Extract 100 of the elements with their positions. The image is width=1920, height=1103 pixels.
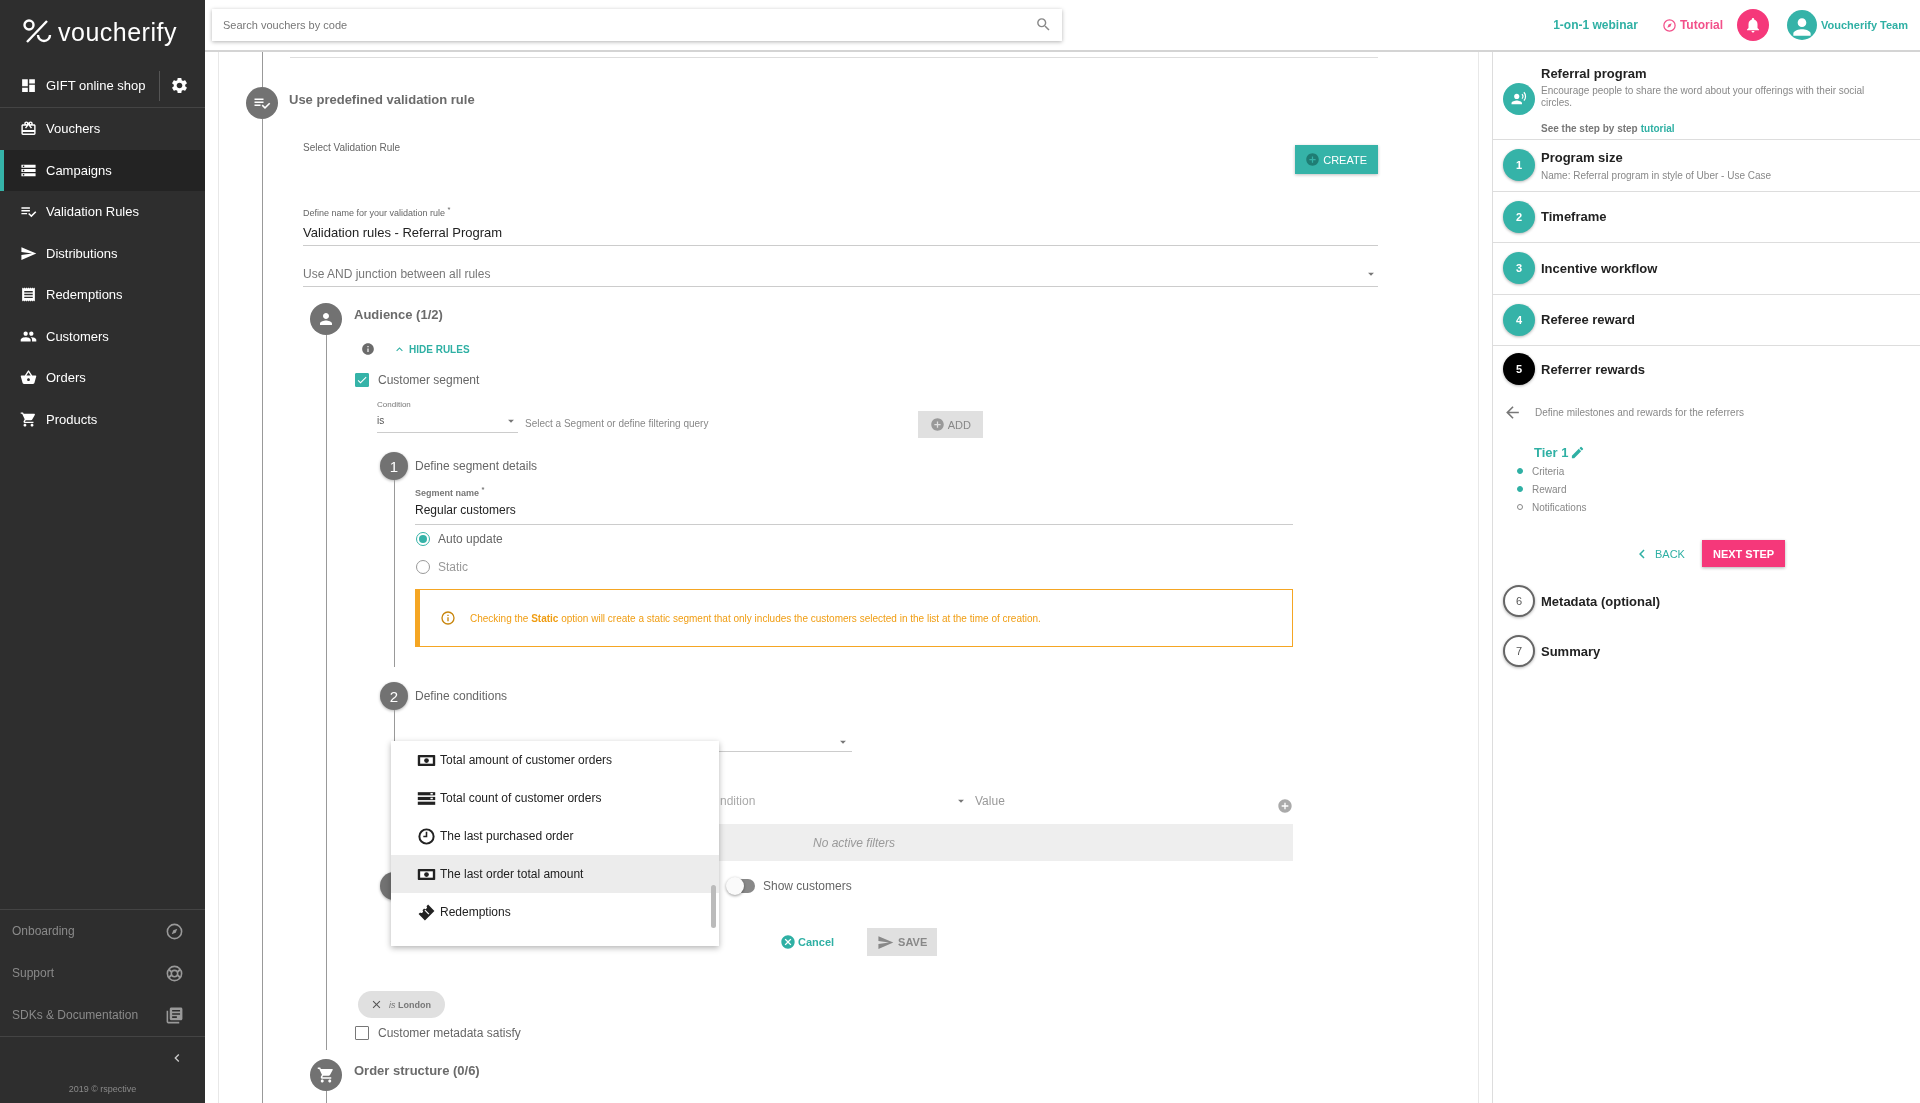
hint-text: Select a Segment or define filtering query — [525, 418, 709, 431]
copyright-text: 2019 © rspective — [67, 1083, 138, 1096]
scrollbar-thumb[interactable] — [711, 885, 716, 928]
sidebar-footer-item[interactable]: Support — [0, 952, 205, 994]
wizard-step[interactable]: 6 Metadata (optional) — [1493, 576, 1920, 626]
task-label: Criteria — [1532, 465, 1565, 477]
field-label: Define name for your validation rule $^{*}$ — [303, 204, 452, 219]
sidebar-label: Orders — [46, 370, 86, 386]
wizard-step[interactable]: 1 Program size Name: Referral program in style of Uber - Use Case — [1493, 140, 1920, 192]
step-title: Incentive workflow — [1541, 260, 1658, 276]
step-title: Metadata (optional) — [1541, 593, 1661, 609]
sidebar-label: Redemptions — [46, 287, 123, 303]
tier-title: Tier 1 — [1534, 445, 1569, 460]
junction-select[interactable]: Use AND junction between all rules — [303, 265, 1378, 287]
step-title: Define segment details — [415, 458, 539, 475]
sidebar-label: Vouchers — [46, 121, 101, 137]
checkbox[interactable] — [355, 373, 369, 387]
compass-icon — [1661, 17, 1677, 33]
plus-icon — [1305, 152, 1321, 167]
toggle-switch[interactable] — [728, 879, 755, 893]
add-icon[interactable] — [1277, 798, 1293, 814]
notifications-button[interactable] — [1737, 9, 1769, 41]
radio-label: Auto update — [438, 532, 503, 546]
sidebar-footer-label: SDKs & Documentation — [12, 1008, 139, 1022]
sidebar-item[interactable]: Vouchers — [0, 108, 205, 150]
settings-icon[interactable] — [170, 76, 189, 95]
next-step-button[interactable]: NEXT STEP — [1701, 540, 1786, 567]
step-description: Define milestones and rewards for the referrers — [1535, 406, 1744, 418]
toggle-label: Show customers — [763, 879, 852, 893]
sidebar-footer-label: Onboarding — [12, 924, 75, 938]
wizard-step[interactable]: 3 Incentive workflow — [1493, 243, 1920, 295]
sidebar-item[interactable]: Redemptions — [0, 274, 205, 316]
step-number: 2 — [380, 682, 408, 710]
cart-icon — [20, 410, 37, 428]
name-field[interactable]: Define name for your validation rule $^{*}$ Validation rules - Referral Program — [303, 204, 1378, 246]
wizard-step[interactable]: 4 Referee reward — [1493, 294, 1920, 346]
sidebar-label: Customers — [46, 328, 109, 344]
basket-icon — [20, 369, 37, 387]
avatar[interactable] — [1787, 10, 1817, 40]
wizard-step[interactable]: 7 Summary — [1493, 626, 1920, 676]
menu-item[interactable]: Total amount of customer orders — [391, 741, 719, 779]
ticket-icon — [417, 902, 436, 922]
store-name[interactable]: GIFT online shop — [46, 78, 159, 93]
sidebar-item[interactable]: Products — [0, 398, 205, 440]
checkbox-label: Customer metadata satisfy — [378, 1026, 521, 1040]
section-title: Use predefined validation rule — [289, 91, 476, 109]
step-number: 3 — [1503, 252, 1535, 285]
select-placeholder: ndition — [720, 794, 756, 808]
sidebar-footer-item[interactable]: SDKs & Documentation — [0, 994, 205, 1036]
sidebar-label: Distributions — [46, 245, 118, 261]
step-number: 1 — [1503, 149, 1535, 182]
compass-icon — [165, 921, 184, 941]
check-icon — [356, 374, 368, 386]
info-icon — [440, 610, 456, 626]
step-title: Referee reward — [1541, 312, 1635, 328]
field-value: Regular customers — [415, 502, 517, 518]
sidebar-footer-item[interactable]: Onboarding — [0, 910, 205, 952]
tutorial-prompt: See the step by step — [1541, 123, 1638, 135]
logo-text: voucherify — [58, 17, 177, 47]
condition-select[interactable]: Condition is — [377, 400, 518, 433]
info-icon[interactable] — [361, 342, 375, 356]
section-title: Order structure (0/6) — [354, 1062, 481, 1080]
pencil-icon[interactable] — [1570, 445, 1586, 460]
sidebar-item[interactable]: Validation Rules — [0, 191, 205, 233]
step-number: 6 — [1503, 585, 1535, 617]
search-icon[interactable] — [1035, 16, 1052, 33]
step-title: Timeframe — [1541, 209, 1607, 225]
field-label: Condition — [377, 400, 412, 410]
sidebar-item[interactable]: Distributions — [0, 232, 205, 274]
dashboard-icon — [20, 77, 37, 94]
close-icon[interactable] — [370, 998, 383, 1011]
wizard-step[interactable]: 2 Timeframe — [1493, 191, 1920, 243]
checkbox-label: Customer segment — [378, 373, 480, 387]
search-field[interactable]: Search vouchers by code — [212, 9, 1062, 41]
menu-item[interactable]: Redemptions — [391, 893, 719, 931]
step-title: Define conditions — [415, 688, 509, 705]
step-number: 4 — [1503, 303, 1535, 336]
segment-name-field[interactable]: Segment name $^{*}$ Regular customers — [415, 484, 1293, 525]
select-value: is — [377, 414, 385, 428]
clock-icon — [417, 826, 436, 846]
panel-description: Encourage people to share the word about your offerings with their social circles. — [1541, 85, 1866, 109]
checkbox[interactable] — [355, 1026, 369, 1040]
send-icon — [877, 933, 895, 951]
wizard-step[interactable]: 5 Referrer rewards — [1493, 346, 1920, 392]
field-label: Select Validation Rule — [303, 142, 401, 153]
sidebar-footer-label: Support — [12, 966, 55, 980]
step-number: 1 — [380, 452, 408, 480]
menu-item[interactable]: Total count of customer orders — [391, 779, 719, 817]
sidebar-item[interactable]: Campaigns — [0, 149, 205, 191]
sidebar-item[interactable]: Orders — [0, 357, 205, 399]
menu-item[interactable]: The last purchased order — [391, 817, 719, 855]
section-title: Audience (1/2) — [354, 306, 444, 324]
empty-text: No active filters — [813, 835, 895, 850]
book-icon — [165, 1005, 184, 1025]
step-number: 2 — [1503, 200, 1535, 233]
field-label: Segment name $^{*}$ — [415, 484, 486, 499]
sidebar-item[interactable]: Customers — [0, 315, 205, 357]
field-value: Validation rules - Referral Program — [303, 224, 504, 242]
menu-item[interactable]: The last order total amount — [391, 855, 719, 893]
bell-icon — [1744, 16, 1762, 34]
